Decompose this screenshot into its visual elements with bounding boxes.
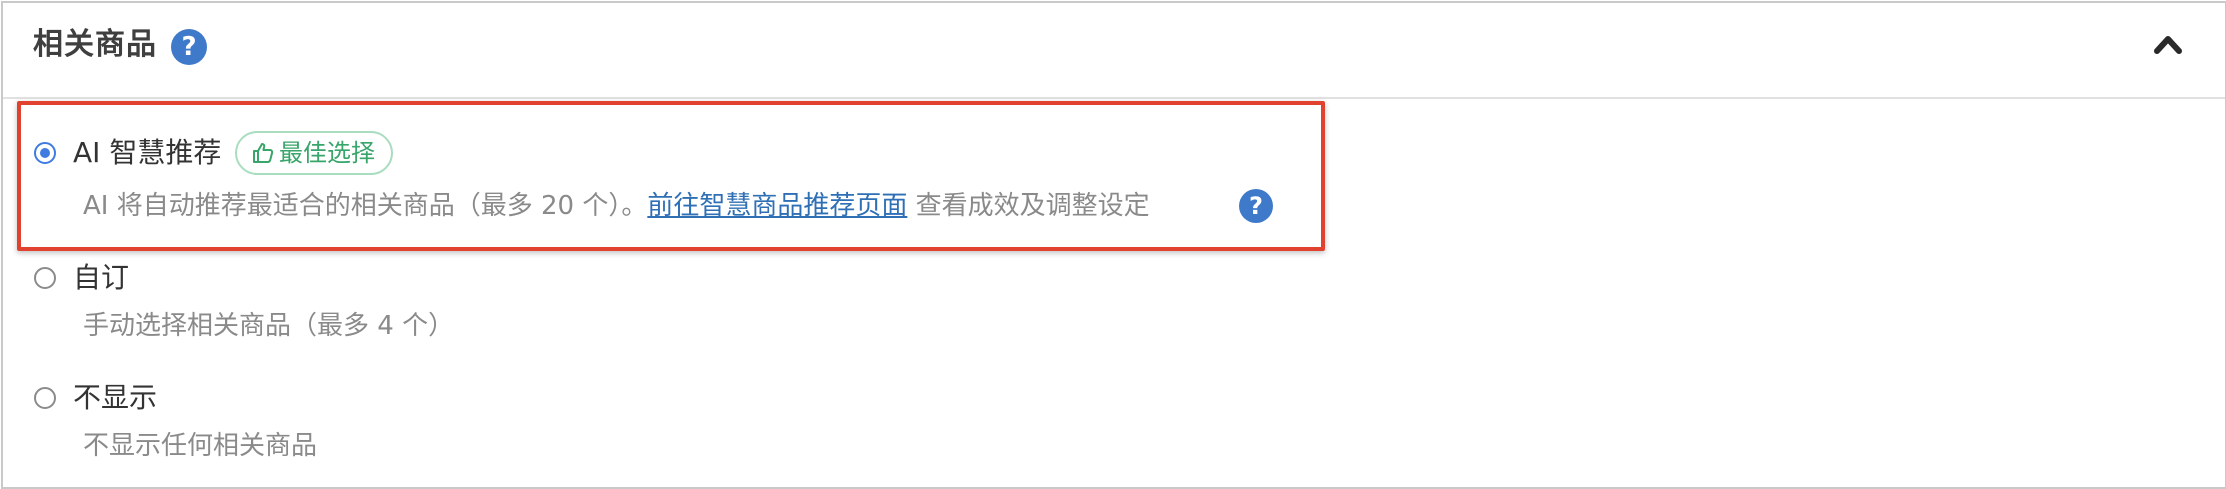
question-circle-icon[interactable]: ? bbox=[1239, 189, 1273, 223]
radio-ai-recommend[interactable] bbox=[34, 142, 56, 164]
radio-custom[interactable] bbox=[34, 267, 56, 289]
related-products-panel: 相关商品 ? AI 智慧推荐 最佳选择 AI 将自动推荐最适合的相关商品（最多 … bbox=[1, 1, 2226, 489]
thumbs-up-icon bbox=[253, 143, 274, 163]
question-circle-icon[interactable]: ? bbox=[171, 29, 207, 65]
best-choice-badge: 最佳选择 bbox=[235, 131, 393, 175]
desc-text: AI 将自动推荐最适合的相关商品（最多 20 个）。 bbox=[83, 191, 648, 221]
smart-recommend-page-link[interactable]: 前往智慧商品推荐页面 bbox=[647, 191, 907, 221]
radio-hide[interactable] bbox=[34, 387, 56, 409]
chevron-up-icon[interactable] bbox=[2151, 29, 2185, 59]
highlight-box bbox=[17, 101, 1325, 251]
section-title: 相关商品 bbox=[33, 27, 157, 62]
option-desc-ai-recommend: AI 将自动推荐最适合的相关商品（最多 20 个）。前往智慧商品推荐页面 查看成… bbox=[83, 187, 1150, 225]
option-desc-custom: 手动选择相关商品（最多 4 个） bbox=[83, 311, 455, 341]
option-label-custom[interactable]: 自订 bbox=[73, 258, 129, 298]
option-desc-hide: 不显示任何相关商品 bbox=[83, 431, 318, 461]
desc-suffix: 查看成效及调整设定 bbox=[915, 191, 1150, 221]
badge-label: 最佳选择 bbox=[279, 139, 375, 167]
option-label-ai-recommend[interactable]: AI 智慧推荐 bbox=[73, 133, 221, 173]
panel-header[interactable]: 相关商品 ? bbox=[3, 3, 2225, 99]
option-label-hide[interactable]: 不显示 bbox=[73, 378, 157, 418]
